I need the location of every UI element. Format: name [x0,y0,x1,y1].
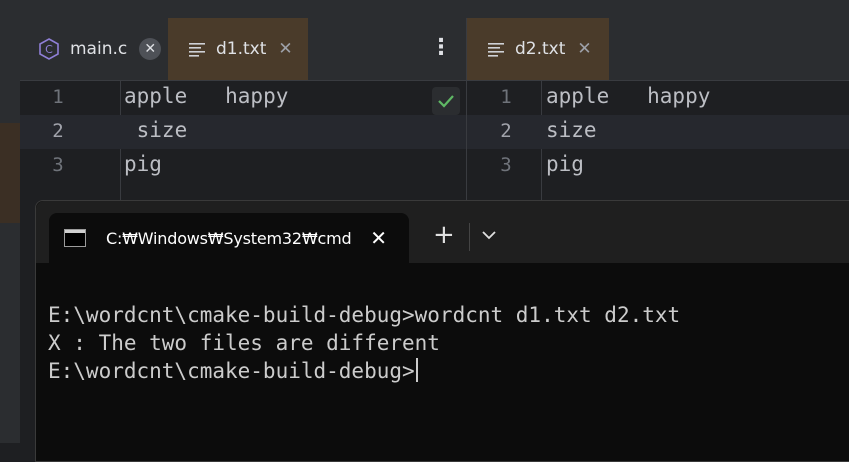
terminal-prompt: E:\wordcnt\cmake-build-debug> [48,359,415,383]
line-number: 1 [52,86,64,108]
close-icon[interactable]: ✕ [370,226,387,250]
left-gutter-highlight [0,123,20,223]
editor-left-tabbar: C main.c ✕ d1.txt ✕ ⋮ [20,18,466,81]
terminal-prompt-line: E:\wordcnt\cmake-build-debug> [48,357,680,385]
code-line-current: 2 size [467,115,849,149]
tab-d1-txt[interactable]: d1.txt ✕ [168,18,308,80]
terminal-tab-cmd[interactable]: C:₩Windows₩System32₩cmd ✕ [49,213,409,263]
terminal-tab-separator [469,223,470,251]
text-file-icon [487,41,505,57]
chevron-down-icon[interactable] [481,225,497,244]
tab-label: d2.txt [515,39,566,59]
close-tab-icon[interactable]: ✕ [139,38,162,60]
svg-text:C: C [45,43,53,56]
more-options-icon[interactable]: ⋮ [430,35,452,60]
close-tab-icon[interactable]: ✕ [577,39,591,59]
terminal-tab-title: C:₩Windows₩System32₩cmd [106,228,352,248]
left-tool-gutter [0,18,20,443]
line-text: apple happy [124,84,289,108]
line-text: size [124,118,188,142]
line-number: 2 [52,120,64,142]
terminal-output[interactable]: E:\wordcnt\cmake-build-debug>wordcnt d1.… [48,301,680,385]
code-area[interactable]: 1 apple happy 2 size 3 pig [467,81,849,183]
tab-label: d1.txt [216,39,267,59]
tab-label: main.c [70,39,128,59]
inspection-ok-icon[interactable] [432,87,460,115]
line-number: 3 [52,154,64,176]
code-line: 1 apple happy [20,81,466,115]
code-line: 3 pig [20,149,466,183]
terminal-window: C:₩Windows₩System32₩cmd ✕ + E:\wordcnt\c… [35,200,849,462]
cmd-icon [64,229,86,247]
tab-main-c[interactable]: C main.c ✕ [20,18,168,80]
text-file-icon [188,41,206,57]
line-text: pig [546,152,584,176]
line-number: 1 [500,86,512,108]
code-line: 1 apple happy [467,81,849,115]
line-text: apple happy [546,84,711,108]
tab-d2-txt[interactable]: d2.txt ✕ [467,18,609,80]
terminal-tabbar: C:₩Windows₩System32₩cmd ✕ + [36,201,849,263]
new-tab-button[interactable]: + [433,220,455,250]
code-line: 3 pig [467,149,849,183]
line-number: 3 [500,154,512,176]
text-cursor [415,358,418,382]
line-number: 2 [500,120,512,142]
editor-right-tabbar: d2.txt ✕ [467,18,849,81]
code-area[interactable]: 1 apple happy 2 size 3 pig [20,81,466,183]
code-line-current: 2 size [20,115,466,149]
line-text: size [546,118,597,142]
terminal-line: E:\wordcnt\cmake-build-debug>wordcnt d1.… [48,303,681,327]
close-tab-icon[interactable]: ✕ [278,39,292,59]
line-text: pig [124,152,162,176]
c-file-icon: C [38,38,60,60]
terminal-line: X : The two files are different [48,331,440,355]
top-strip [0,0,849,18]
